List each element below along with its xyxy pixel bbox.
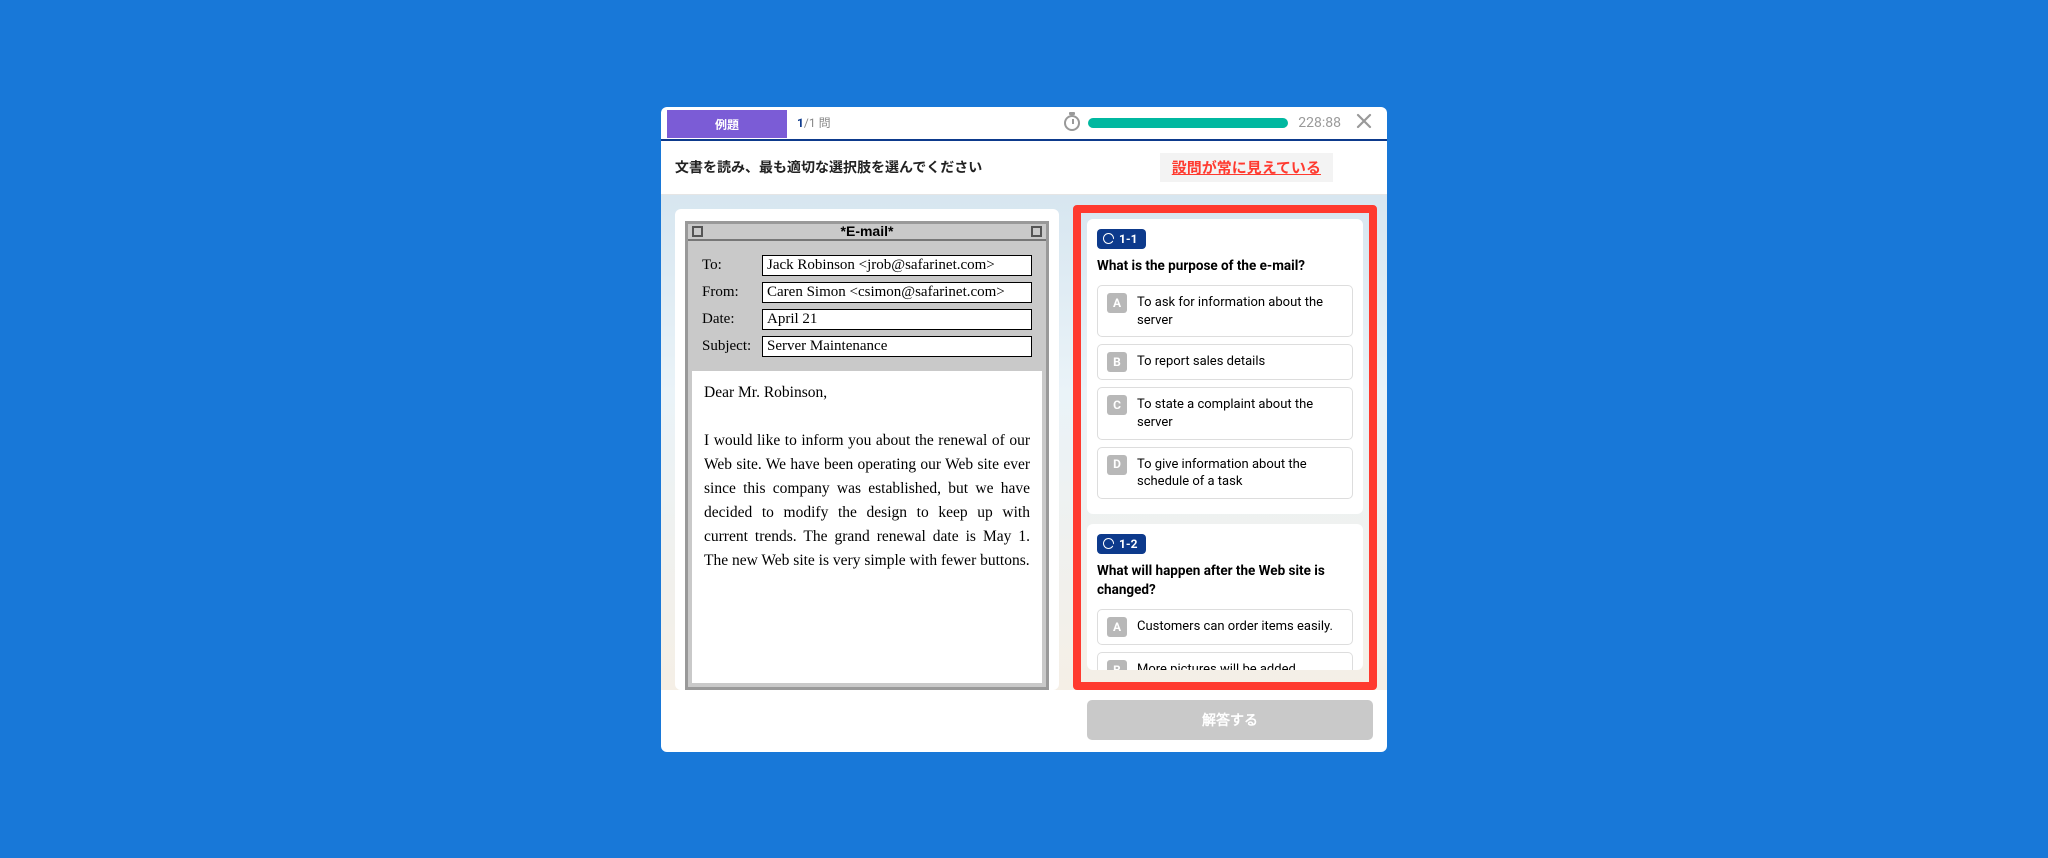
- subject-label: Subject:: [702, 338, 762, 355]
- question-card: 1-2 What will happen after the Web site …: [1087, 524, 1363, 671]
- choice-option[interactable]: D To give information about the schedule…: [1097, 447, 1353, 499]
- counter-current: 1: [797, 116, 804, 130]
- instruction-bar: 文書を読み、最も適切な選択肢を選んでください 設問が常に見えている: [661, 141, 1387, 195]
- no-return-icon: [1103, 538, 1114, 549]
- choice-option[interactable]: A Customers can order items easily.: [1097, 609, 1353, 645]
- callout-annotation: 設問が常に見えている: [1160, 153, 1333, 182]
- from-field: Caren Simon <csimon@safarinet.com>: [762, 282, 1032, 303]
- submit-button[interactable]: 解答する: [1087, 700, 1373, 740]
- choice-letter: C: [1107, 395, 1127, 415]
- to-label: To:: [702, 257, 762, 274]
- choice-option[interactable]: A To ask for information about the serve…: [1097, 285, 1353, 337]
- email-greeting: Dear Mr. Robinson,: [704, 381, 1030, 405]
- passage-pane: *E-mail* To: Jack Robinson <jrob@safarin…: [661, 195, 1071, 690]
- subject-field: Server Maintenance: [762, 336, 1032, 357]
- instruction-text: 文書を読み、最も適切な選択肢を選んでください: [675, 157, 982, 177]
- date-label: Date:: [702, 311, 762, 328]
- choice-letter: B: [1107, 352, 1127, 372]
- top-bar: 例題 1/1 問 228:88: [661, 107, 1387, 141]
- email-body-text: I would like to inform you about the ren…: [704, 429, 1030, 573]
- window-control-icon: [1031, 226, 1042, 237]
- email-title: *E-mail*: [703, 223, 1031, 239]
- choice-text: Customers can order items easily.: [1137, 617, 1333, 636]
- choice-option[interactable]: B To report sales details: [1097, 344, 1353, 380]
- question-tag: 1-1: [1097, 229, 1146, 249]
- choice-option[interactable]: B More pictures will be added.: [1097, 652, 1353, 670]
- from-label: From:: [702, 284, 762, 301]
- question-tag-text: 1-1: [1119, 232, 1138, 246]
- choice-letter: A: [1107, 293, 1127, 313]
- email-body: Dear Mr. Robinson, I would like to infor…: [692, 371, 1042, 683]
- choice-text: More pictures will be added.: [1137, 660, 1299, 670]
- email-window: *E-mail* To: Jack Robinson <jrob@safarin…: [685, 221, 1049, 690]
- question-card: 1-1 What is the purpose of the e-mail? A…: [1087, 219, 1363, 514]
- choice-text: To give information about the schedule o…: [1137, 455, 1343, 491]
- question-tag-text: 1-2: [1119, 537, 1138, 551]
- choice-letter: D: [1107, 455, 1127, 475]
- date-field: April 21: [762, 309, 1032, 330]
- question-tag: 1-2: [1097, 534, 1146, 554]
- question-stem: What will happen after the Web site is c…: [1097, 562, 1353, 600]
- stopwatch-icon: [1064, 115, 1080, 131]
- choice-letter: A: [1107, 617, 1127, 637]
- no-return-icon: [1103, 233, 1114, 244]
- email-titlebar: *E-mail*: [688, 224, 1046, 241]
- close-button[interactable]: [1351, 111, 1377, 135]
- email-header: To: Jack Robinson <jrob@safarinet.com> F…: [688, 241, 1046, 371]
- time-remaining: 228:88: [1298, 115, 1341, 131]
- main-area: *E-mail* To: Jack Robinson <jrob@safarin…: [661, 195, 1387, 690]
- question-stem: What is the purpose of the e-mail?: [1097, 257, 1353, 276]
- choice-text: To report sales details: [1137, 352, 1265, 371]
- to-field: Jack Robinson <jrob@safarinet.com>: [762, 255, 1032, 276]
- counter-total: /1: [804, 116, 816, 130]
- document-card: *E-mail* To: Jack Robinson <jrob@safarin…: [675, 209, 1059, 690]
- choice-text: To ask for information about the server: [1137, 293, 1343, 329]
- choice-letter: B: [1107, 660, 1127, 670]
- window-control-icon: [692, 226, 703, 237]
- example-badge: 例題: [667, 110, 787, 138]
- choice-option[interactable]: C To state a complaint about the server: [1097, 387, 1353, 439]
- footer: 解答する: [661, 690, 1387, 752]
- choice-text: To state a complaint about the server: [1137, 395, 1343, 431]
- question-counter: 1/1 問: [797, 114, 831, 131]
- time-progress-bar: [1088, 118, 1288, 128]
- close-icon: [1355, 112, 1373, 130]
- app-frame: 例題 1/1 問 228:88 文書を読み、最も適切な選択肢を選んでください 設…: [661, 107, 1387, 752]
- questions-pane: 1-1 What is the purpose of the e-mail? A…: [1071, 195, 1387, 690]
- highlight-frame: 1-1 What is the purpose of the e-mail? A…: [1073, 205, 1377, 690]
- counter-unit: 問: [819, 116, 831, 130]
